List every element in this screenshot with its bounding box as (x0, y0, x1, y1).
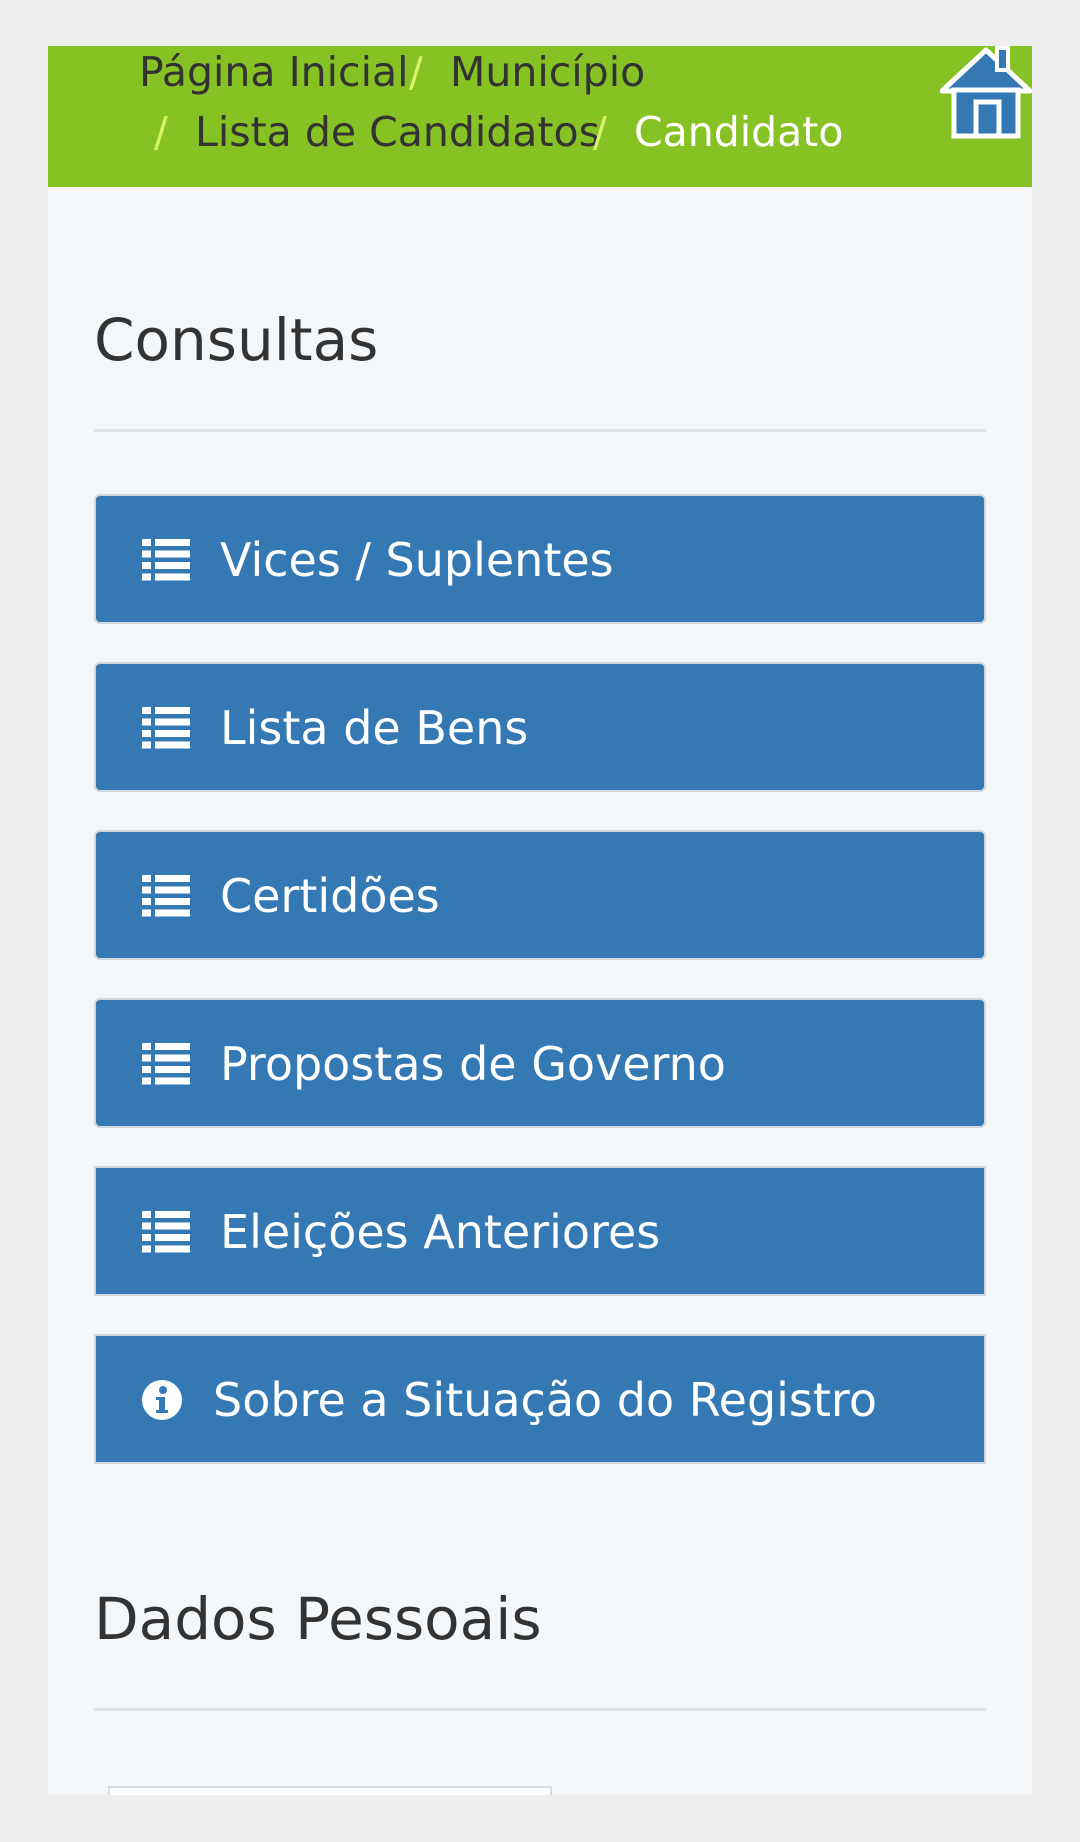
breadcrumb: Página Inicial / Município / Lista de Ca… (48, 46, 1032, 187)
home-icon[interactable] (940, 46, 1032, 141)
button-label: Certidões (220, 869, 440, 923)
button-label: Lista de Bens (220, 701, 529, 755)
divider (94, 429, 986, 432)
breadcrumb-item-home[interactable]: Página Inicial (139, 46, 408, 98)
divider (94, 1708, 986, 1711)
breadcrumb-item-municipio[interactable]: Município (450, 46, 645, 98)
info-circle-icon (142, 1380, 182, 1420)
button-label: Sobre a Situação do Registro (213, 1373, 877, 1427)
propostas-de-governo-button[interactable]: Propostas de Governo (94, 998, 986, 1128)
list-icon (142, 1211, 190, 1253)
list-icon (142, 707, 190, 749)
breadcrumb-separator: / (409, 48, 423, 96)
breadcrumb-separator: / (154, 108, 168, 156)
lista-de-bens-button[interactable]: Lista de Bens (94, 662, 986, 792)
vices-suplentes-button[interactable]: Vices / Suplentes (94, 494, 986, 624)
page-content: Página Inicial / Município / Lista de Ca… (48, 46, 1032, 1795)
list-icon (142, 539, 190, 581)
button-label: Eleições Anteriores (220, 1205, 661, 1259)
breadcrumb-item-current: Candidato (634, 108, 844, 156)
breadcrumb-separator: / (593, 108, 607, 156)
list-icon (142, 1043, 190, 1085)
eleicoes-anteriores-button[interactable]: Eleições Anteriores (94, 1166, 986, 1296)
button-label: Propostas de Governo (220, 1037, 726, 1091)
dados-pessoais-title: Dados Pessoais (94, 1585, 542, 1653)
situacao-registro-button[interactable]: Sobre a Situação do Registro (94, 1334, 986, 1464)
profile-card (108, 1786, 552, 1795)
consultas-title: Consultas (94, 306, 379, 374)
button-label: Vices / Suplentes (220, 533, 614, 587)
breadcrumb-item-lista-candidatos[interactable]: Lista de Candidatos (195, 106, 600, 158)
certidoes-button[interactable]: Certidões (94, 830, 986, 960)
list-icon (142, 875, 190, 917)
